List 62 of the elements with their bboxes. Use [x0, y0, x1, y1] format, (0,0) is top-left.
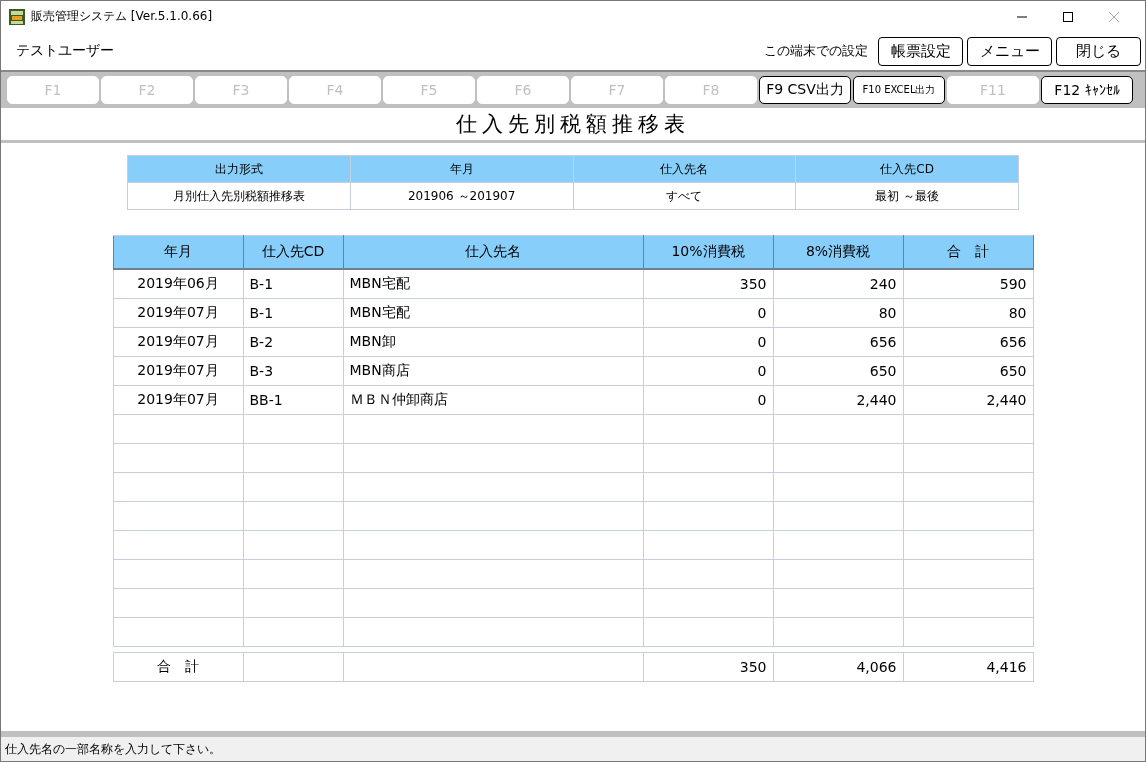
header-button[interactable]: 閉じる [1056, 36, 1141, 66]
table-cell: 0 [757, 392, 767, 408]
column-header: 仕入先名 [573, 155, 796, 183]
table-cell: 0 [757, 334, 767, 350]
table-cell: 2,440 [856, 392, 897, 408]
column-header: 年月 [113, 235, 243, 269]
table-cell: B-1 [249, 276, 274, 292]
table-cell: 2019年07月 [137, 362, 219, 378]
table-cell: 590 [999, 276, 1027, 292]
table-cell: MBN商店 [349, 362, 410, 378]
table-cell: 0 [757, 305, 767, 321]
table-cell: 最初 ～最後 [795, 182, 1019, 210]
header-button[interactable]: メニュー [967, 36, 1052, 66]
column-header: 年月 [350, 155, 573, 183]
table-cell: B-1 [249, 305, 274, 321]
function-key-button[interactable]: F12 ｷｬﾝｾﾙ [1041, 76, 1133, 104]
table-cell: B-3 [249, 363, 274, 379]
table-cell: 350 [739, 276, 767, 292]
column-header: 10%消費税 [643, 235, 773, 269]
table-cell: BB-1 [249, 392, 283, 408]
table-cell: B-2 [249, 334, 274, 350]
table-cell: 650 [999, 363, 1027, 379]
settings-label: この端末での設定 [764, 42, 868, 60]
status-message: 仕入先名の一部名称を入力して下さい。 [5, 740, 221, 758]
window-title: 販売管理システム [Ver.5.1.0.66] [31, 8, 213, 25]
user-name: テストユーザー [16, 42, 114, 60]
table-cell: MBN卸 [349, 333, 396, 349]
table-cell: 2,440 [986, 392, 1027, 408]
table-cell: 2019年07月 [137, 391, 219, 407]
table-cell: MBN宅配 [349, 275, 410, 291]
table-cell: 80 [878, 305, 897, 321]
table-cell: 240 [869, 276, 897, 292]
header-button[interactable]: 帳票設定 [878, 36, 963, 66]
total-label: 合 計 [157, 658, 199, 674]
table-cell: 656 [869, 334, 897, 350]
table-cell: 80 [1008, 305, 1027, 321]
column-header: 仕入先CD [243, 235, 343, 269]
table-cell: 650 [869, 363, 897, 379]
column-header: 仕入先CD [795, 155, 1019, 183]
table-cell: すべて [573, 182, 796, 210]
table-cell: MBN宅配 [349, 304, 410, 320]
table-cell: 2019年07月 [137, 333, 219, 349]
maximize-icon[interactable] [1063, 11, 1073, 22]
table-cell: 656 [999, 334, 1027, 350]
total-cell: 4,066 [856, 659, 897, 675]
app-icon [9, 8, 25, 25]
table-cell: 月別仕入先別税額推移表 [127, 182, 351, 210]
table-cell: 2019年06月 [137, 275, 219, 291]
column-header: 仕入先名 [343, 235, 643, 269]
column-header: 出力形式 [127, 155, 351, 183]
table-cell: 201906 ～201907 [350, 182, 573, 210]
column-header: 8%消費税 [773, 235, 903, 269]
total-cell: 4,416 [986, 659, 1027, 675]
report-title: 仕入先別税額推移表 [456, 111, 690, 138]
table-cell: ＭＢＮ仲卸商店 [349, 391, 448, 407]
function-key-button[interactable]: F10 EXCEL出力 [853, 76, 945, 104]
table-cell: 0 [757, 363, 767, 379]
total-cell: 350 [739, 659, 767, 675]
close-icon[interactable] [1109, 11, 1119, 22]
function-key-button[interactable]: F9 CSV出力 [759, 76, 851, 104]
table-cell: 2019年07月 [137, 304, 219, 320]
column-header: 合 計 [903, 235, 1033, 269]
